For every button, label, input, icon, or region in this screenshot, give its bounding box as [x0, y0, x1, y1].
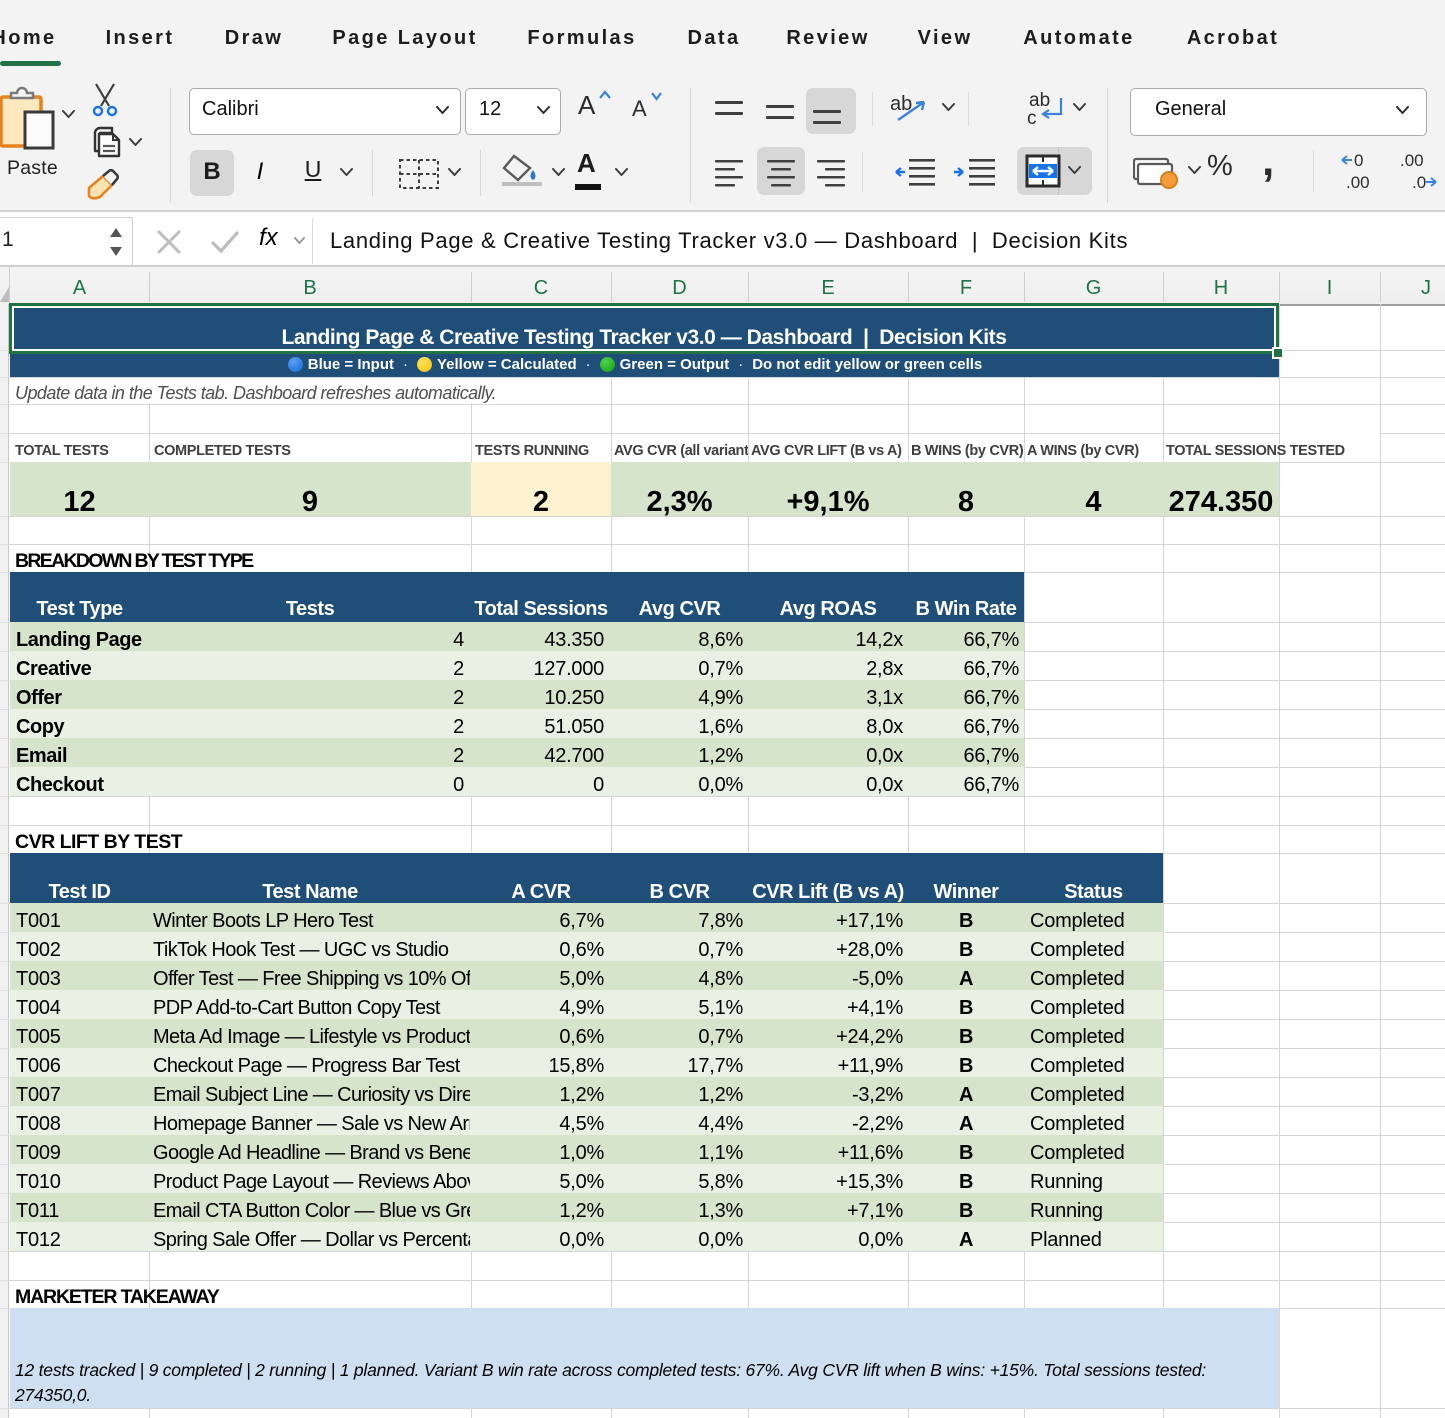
svg-text:.0: .0: [1412, 173, 1426, 192]
svg-text:.00: .00: [1346, 173, 1370, 192]
svg-text:.00: .00: [1400, 152, 1424, 170]
svg-text:0: 0: [1354, 152, 1363, 170]
svg-text:c: c: [1027, 108, 1037, 126]
